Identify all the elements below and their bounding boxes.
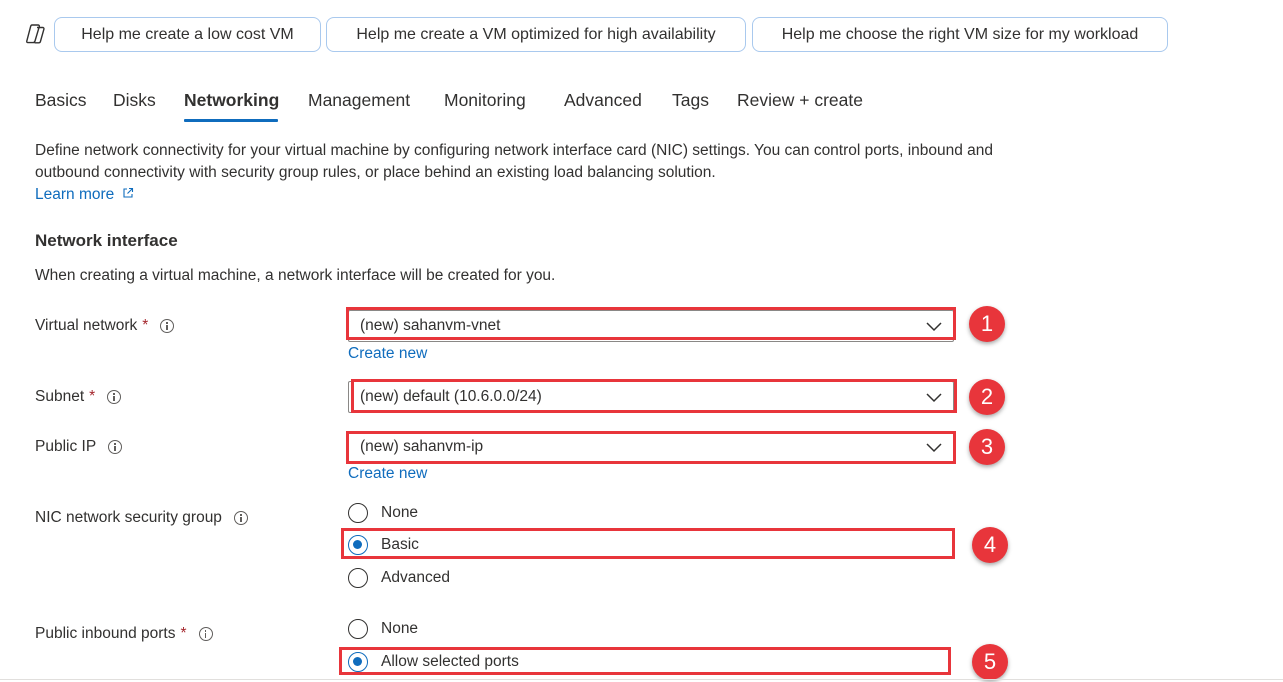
info-icon[interactable] [108,440,123,454]
highlight-box-4 [341,528,955,559]
info-icon[interactable] [233,511,248,525]
virtual-network-label: Virtual network * [35,317,175,335]
annotation-badge-2: 2 [969,379,1005,415]
divider [0,679,1283,680]
suggestion-vm-size[interactable]: Help me choose the right VM size for my … [752,17,1168,52]
tab-review-create[interactable]: Review + create [737,90,863,111]
nic-nsg-label-text: NIC network security group [35,509,222,526]
annotation-badge-5: 5 [972,644,1008,680]
annotation-badge-1: 1 [969,306,1005,342]
highlight-box-5 [339,647,951,675]
tab-networking[interactable]: Networking [184,90,279,111]
page-description: Define network connectivity for your vir… [35,140,995,206]
virtual-network-label-text: Virtual network [35,317,138,334]
create-new-vnet-link[interactable]: Create new [348,345,427,363]
inbound-ports-option-none[interactable]: None [348,619,418,639]
learn-more-link[interactable]: Learn more [35,186,114,203]
required-marker: * [180,625,187,642]
nic-nsg-label: NIC network security group [35,509,248,527]
highlight-box-1 [346,307,956,340]
radio-button[interactable] [348,568,368,588]
info-icon[interactable] [198,627,213,641]
description-text: Define network connectivity for your vir… [35,142,994,181]
subnet-label-text: Subnet [35,388,85,405]
create-new-public-ip-link[interactable]: Create new [348,465,427,483]
public-inbound-ports-label-text: Public inbound ports [35,625,176,642]
public-ip-label-text: Public IP [35,438,97,455]
radio-label: None [381,504,419,521]
annotation-badge-4: 4 [972,527,1008,563]
radio-button[interactable] [348,503,368,523]
tab-basics[interactable]: Basics [35,90,87,111]
radio-label: Advanced [381,569,450,586]
tab-management[interactable]: Management [308,90,410,111]
info-icon[interactable] [107,390,122,404]
required-marker: * [89,388,96,405]
tab-tags[interactable]: Tags [672,90,709,111]
active-tab-indicator [184,119,278,122]
highlight-box-2 [351,379,957,413]
highlight-box-3 [346,431,956,464]
suggestion-low-cost-vm[interactable]: Help me create a low cost VM [54,17,321,52]
required-marker: * [142,317,149,334]
tab-monitoring[interactable]: Monitoring [444,90,526,111]
section-title-network-interface: Network interface [35,231,178,250]
nic-nsg-option-none[interactable]: None [348,503,418,523]
info-icon[interactable] [160,319,175,333]
radio-button[interactable] [348,619,368,639]
suggestion-high-availability[interactable]: Help me create a VM optimized for high a… [326,17,746,52]
public-inbound-ports-label: Public inbound ports * [35,625,213,643]
public-ip-label: Public IP [35,438,123,456]
radio-label: None [381,620,419,637]
tab-advanced[interactable]: Advanced [564,90,642,111]
annotation-badge-3: 3 [969,429,1005,465]
tab-disks[interactable]: Disks [113,90,156,111]
section-subtitle: When creating a virtual machine, a netwo… [35,267,556,284]
nic-nsg-option-advanced[interactable]: Advanced [348,568,450,588]
external-link-icon [123,187,133,198]
subnet-label: Subnet * [35,388,122,406]
copilot-icon [26,24,45,44]
